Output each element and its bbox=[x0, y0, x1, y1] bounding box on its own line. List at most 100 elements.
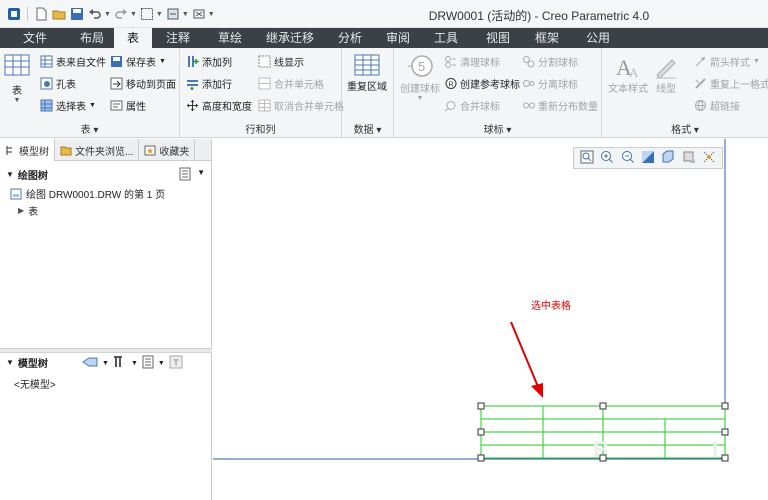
select-table-dropdown-icon[interactable]: ▼ bbox=[89, 102, 96, 109]
tab-3[interactable]: 注释 bbox=[152, 28, 204, 48]
group-data: 重复区域 数据 ▾ bbox=[342, 48, 394, 138]
clean-balloon-button[interactable]: 清理球标 bbox=[444, 54, 500, 69]
group-balloon: 5 创建球标 ▼ 清理球标 R 创建参考球标 合并球标 分割球标 分离球标 bbox=[394, 48, 602, 138]
properties-button[interactable]: 属性 bbox=[110, 98, 146, 113]
annotation-arrow bbox=[511, 322, 539, 389]
tab-11[interactable]: 公用 bbox=[570, 28, 626, 48]
unmerge-cells-icon bbox=[258, 99, 271, 112]
svg-text:A: A bbox=[629, 65, 639, 80]
clean-balloon-icon bbox=[444, 55, 457, 68]
split-balloon-button[interactable]: 分割球标 bbox=[522, 54, 578, 69]
tab-10[interactable]: 框架 bbox=[524, 28, 570, 48]
height-width-icon bbox=[186, 99, 199, 112]
select-table-button[interactable]: 选择表 ▼ bbox=[40, 98, 96, 113]
repeat-region-button[interactable]: 重复区域 bbox=[347, 54, 387, 93]
hole-table-button[interactable]: 孔表 bbox=[40, 76, 76, 91]
unmerge-cells-button[interactable]: 取消合并单元格 bbox=[258, 98, 344, 113]
table-dropdown-icon[interactable]: ▼ bbox=[14, 97, 21, 104]
tab-4[interactable]: 草绘 bbox=[204, 28, 256, 48]
create-balloon-dropdown-icon[interactable]: ▼ bbox=[417, 95, 424, 102]
svg-text:5: 5 bbox=[418, 59, 425, 74]
graphics-area[interactable]: B I 选中表格 bbox=[213, 139, 768, 500]
tab-6[interactable]: 分析 bbox=[324, 28, 376, 48]
split-balloon-icon bbox=[522, 55, 535, 68]
svg-text:R: R bbox=[449, 82, 454, 89]
repeat-last-format-button[interactable]: 重复上一格式 bbox=[694, 76, 768, 91]
detach-balloon-button[interactable]: 分离球标 bbox=[522, 76, 578, 91]
merge-balloon-icon bbox=[444, 99, 457, 112]
tab-0[interactable]: 文件 bbox=[0, 28, 70, 48]
create-balloon-button[interactable]: 5 创建球标 ▼ bbox=[400, 54, 440, 102]
tab-7[interactable]: 审阅 bbox=[376, 28, 420, 48]
move-to-page-button[interactable]: 移动到页面 bbox=[110, 76, 176, 91]
group-table: 表 ▼ 表来自文件 孔表 选择表 ▼ 保存表 ▼ 移动到页面 属性 表 bbox=[0, 48, 180, 138]
tab-2[interactable]: 表 bbox=[114, 28, 152, 48]
group-rows-columns: 添加列 添加行 高度和宽度 线显示 合并单元格 取消合并单元格 行和列 bbox=[180, 48, 342, 138]
merge-cells-button[interactable]: 合并单元格 bbox=[258, 76, 324, 91]
repeat-format-icon bbox=[694, 77, 707, 90]
annotation-arrowhead bbox=[531, 383, 543, 398]
model-tree-header[interactable]: ▼ 模型树 ▼ ▼ ▼ bbox=[0, 353, 212, 371]
settings-dropdown-icon[interactable]: ▼ bbox=[158, 360, 165, 367]
add-column-button[interactable]: 添加列 bbox=[186, 54, 232, 69]
ribbon: 表 ▼ 表来自文件 孔表 选择表 ▼ 保存表 ▼ 移动到页面 属性 表 bbox=[0, 48, 768, 138]
create-ref-balloon-button[interactable]: R 创建参考球标 bbox=[444, 76, 520, 91]
save-table-dropdown-icon[interactable]: ▼ bbox=[159, 58, 166, 65]
drawing-page-icon bbox=[10, 188, 22, 200]
tree-item-table[interactable]: ▶ 表 bbox=[0, 202, 211, 219]
annotation-label: 选中表格 bbox=[531, 297, 571, 312]
table-button[interactable]: 表 ▼ bbox=[4, 54, 30, 104]
tree-settings-icon[interactable] bbox=[179, 167, 191, 184]
drawing-tree-header[interactable]: ▼ 绘图树 ▼ bbox=[0, 165, 211, 183]
height-width-button[interactable]: 高度和宽度 bbox=[186, 98, 252, 113]
expand-icon[interactable]: ▶ bbox=[18, 206, 24, 215]
folder-browser-icon bbox=[60, 145, 72, 156]
settings-icon[interactable] bbox=[142, 355, 154, 372]
tab-8[interactable]: 工具 bbox=[420, 28, 472, 48]
collapse-icon[interactable]: ▼ bbox=[6, 358, 14, 367]
tab-favorites[interactable]: 收藏夹 bbox=[139, 139, 195, 161]
filter-icon[interactable] bbox=[169, 355, 183, 372]
save-table-icon bbox=[110, 55, 123, 68]
selected-table[interactable]: B I bbox=[478, 403, 728, 462]
merge-cells-icon bbox=[258, 77, 271, 90]
tab-5[interactable]: 继承迁移 bbox=[256, 28, 324, 48]
table-from-file-icon bbox=[40, 55, 53, 68]
move-to-page-icon bbox=[110, 77, 123, 90]
group-label-format: 格式 ▾ bbox=[602, 121, 768, 136]
tools-icon[interactable] bbox=[113, 355, 127, 372]
table-grid-icon bbox=[4, 54, 30, 82]
group-label-table: 表 ▾ bbox=[0, 121, 179, 136]
text-style-button[interactable]: A A 文本样式 bbox=[608, 54, 648, 95]
line-style-button[interactable]: 线型 bbox=[654, 54, 678, 95]
add-row-button[interactable]: 添加行 bbox=[186, 76, 232, 91]
tab-folder-browser[interactable]: 文件夹浏览... bbox=[55, 139, 139, 161]
group-label-data: 数据 ▾ bbox=[342, 121, 393, 136]
hyperlink-button[interactable]: 超链接 bbox=[694, 98, 740, 113]
ribbon-tabs: 文件布局表注释草绘继承迁移分析审阅工具视图框架公用 bbox=[0, 28, 768, 48]
tree-item-drawing-page[interactable]: 绘图 DRW0001.DRW 的第 1 页 bbox=[0, 185, 211, 202]
show-icon[interactable] bbox=[82, 356, 98, 371]
collapse-icon[interactable]: ▼ bbox=[6, 170, 14, 179]
redistribute-qty-button[interactable]: 重新分布数量 bbox=[522, 98, 598, 113]
tab-model-tree[interactable]: 模型树 bbox=[0, 139, 55, 161]
table-from-file-button[interactable]: 表来自文件 bbox=[40, 54, 106, 69]
group-format: A A 文本样式 线型 箭头样式 ▼ 重复上一格式 超链接 格式 ▾ bbox=[602, 48, 768, 138]
line-display-button[interactable]: 线显示 bbox=[258, 54, 304, 69]
arrow-style-button[interactable]: 箭头样式 ▼ bbox=[694, 54, 760, 69]
show-dropdown-icon[interactable]: ▼ bbox=[102, 360, 109, 367]
redistribute-icon bbox=[522, 99, 535, 112]
tree-settings-dropdown-icon[interactable]: ▼ bbox=[197, 168, 205, 177]
add-row-icon bbox=[186, 77, 199, 90]
save-table-button[interactable]: 保存表 ▼ bbox=[110, 54, 166, 69]
no-model-label: <无模型> bbox=[0, 375, 56, 392]
favorites-icon bbox=[144, 145, 156, 156]
tab-9[interactable]: 视图 bbox=[472, 28, 524, 48]
merge-balloon-button[interactable]: 合并球标 bbox=[444, 98, 500, 113]
group-label-rows-columns: 行和列 bbox=[180, 121, 341, 136]
arrow-style-dropdown-icon[interactable]: ▼ bbox=[753, 58, 760, 65]
text-style-icon: A A bbox=[614, 54, 642, 80]
tab-1[interactable]: 布局 bbox=[70, 28, 114, 48]
tools-dropdown-icon[interactable]: ▼ bbox=[131, 360, 138, 367]
window-title: DRW0001 (活动的) - Creo Parametric 4.0 bbox=[0, 7, 768, 24]
